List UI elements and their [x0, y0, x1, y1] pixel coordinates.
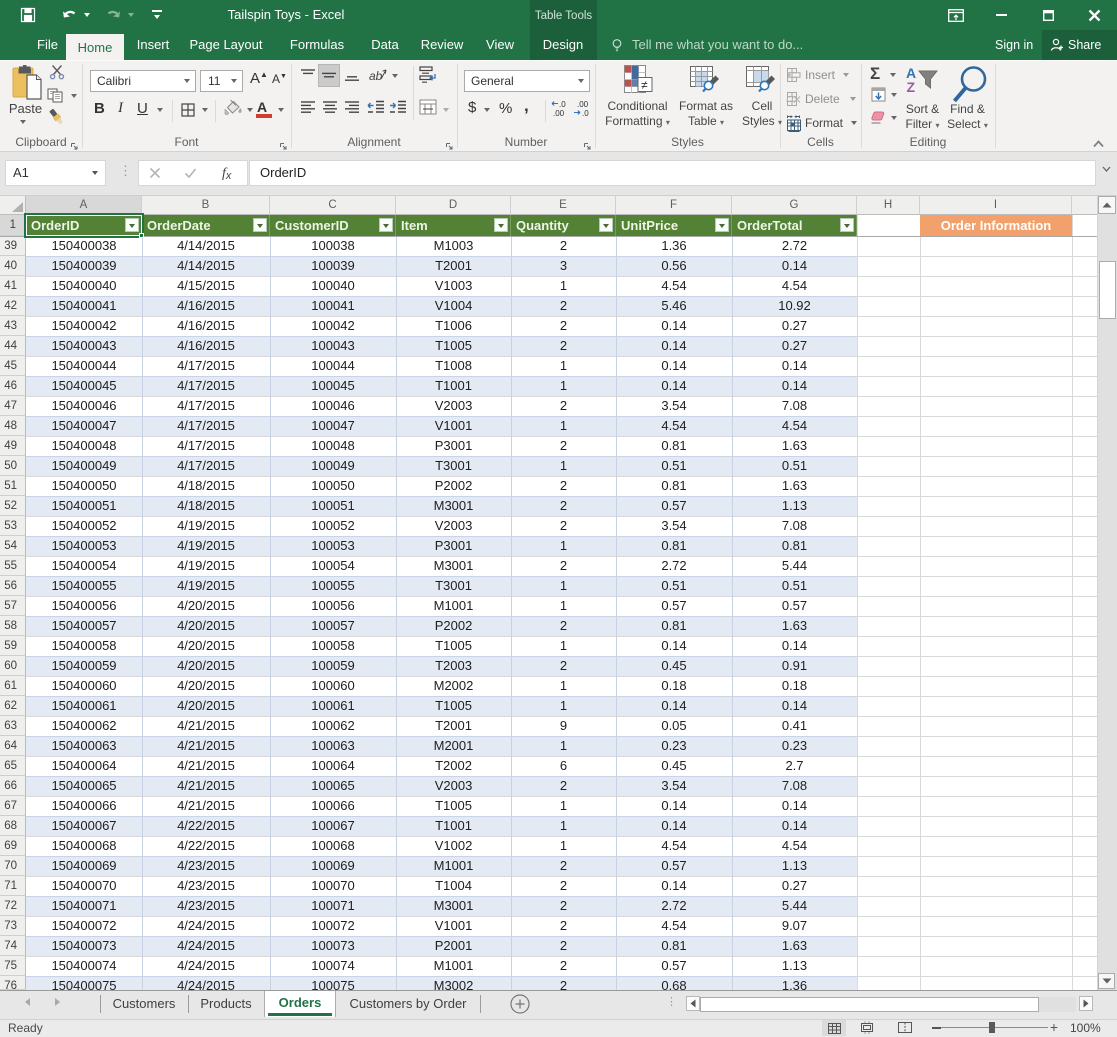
svg-text:.00: .00 [553, 109, 565, 117]
svg-text:ab: ab [369, 69, 383, 83]
svg-text:≠: ≠ [641, 78, 648, 92]
svg-text:Z: Z [907, 79, 916, 94]
svg-text:.00: .00 [577, 100, 589, 109]
svg-text:.0: .0 [559, 100, 566, 109]
svg-text:.0: .0 [582, 109, 589, 117]
